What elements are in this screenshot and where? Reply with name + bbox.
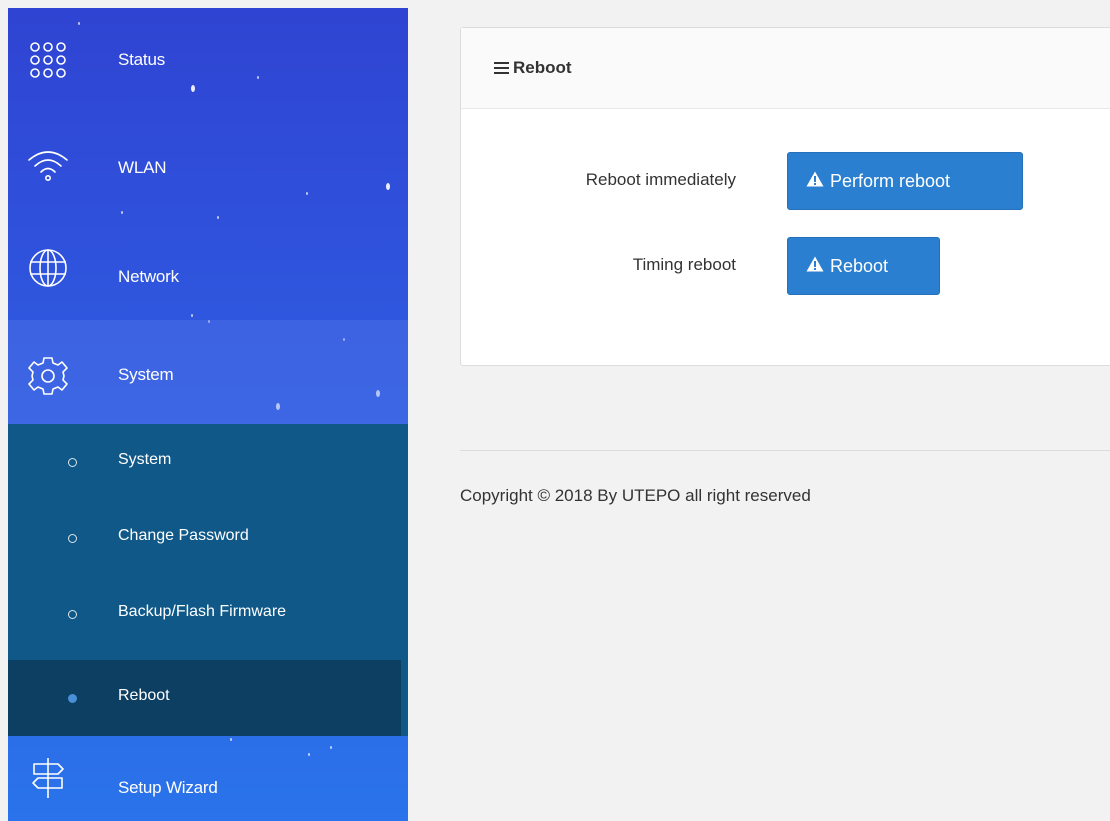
sidebar-item-label: Network <box>118 267 179 286</box>
circle-bullet-icon <box>68 534 77 543</box>
warning-icon <box>806 171 824 192</box>
signpost-icon <box>26 756 70 800</box>
sidebar-item-label: WLAN <box>118 158 167 177</box>
submenu-item-label: Reboot <box>118 687 170 704</box>
sidebar-item-wlan[interactable]: WLAN <box>8 112 408 216</box>
perform-reboot-label: Perform reboot <box>830 170 951 191</box>
sidebar-item-setup-wizard[interactable]: Setup Wizard <box>8 736 408 821</box>
sidebar-item-label: Status <box>118 50 165 69</box>
active-indicator <box>401 660 408 736</box>
page: Status WLAN Network System System Change… <box>0 0 1110 821</box>
timing-reboot-row: Timing reboot Reboot <box>461 237 1110 297</box>
wifi-icon <box>26 144 70 188</box>
grid-circles-icon <box>26 38 70 82</box>
perform-reboot-button[interactable]: Perform reboot <box>787 152 1023 210</box>
submenu-item-change-password[interactable]: Change Password <box>8 500 408 576</box>
sidebar-item-label: Setup Wizard <box>118 778 218 797</box>
submenu-item-label: System <box>118 451 172 468</box>
reboot-immediately-label: Reboot immediately <box>585 170 736 189</box>
submenu-item-label: Backup/Flash Firmware <box>118 603 287 620</box>
hamburger-icon <box>494 62 509 74</box>
sidebar: Status WLAN Network System System Change… <box>8 8 408 821</box>
sidebar-item-label: System <box>118 365 174 384</box>
circle-bullet-icon <box>68 458 77 467</box>
submenu-item-backup-flash-firmware[interactable]: Backup/Flash Firmware <box>8 576 408 652</box>
timing-reboot-label: Timing reboot <box>632 255 736 274</box>
submenu-item-system[interactable]: System <box>8 424 408 500</box>
warning-icon <box>806 256 824 277</box>
reboot-button-label: Reboot <box>830 255 889 276</box>
circle-bullet-icon <box>68 694 77 703</box>
panel-title: Reboot <box>513 58 572 77</box>
footer-divider <box>460 450 1110 451</box>
circle-bullet-icon <box>68 610 77 619</box>
sidebar-item-system[interactable]: System <box>8 320 408 424</box>
sidebar-item-status[interactable]: Status <box>8 8 408 112</box>
submenu-item-reboot[interactable]: Reboot <box>8 660 408 736</box>
system-submenu: System Change Password Backup/Flash Firm… <box>8 424 408 736</box>
copyright-footer: Copyright © 2018 By UTEPO all right rese… <box>460 486 811 505</box>
reboot-panel: Reboot Reboot immediately Perform reboot… <box>460 27 1110 366</box>
reboot-immediately-row: Reboot immediately Perform reboot <box>461 152 1110 212</box>
reboot-button[interactable]: Reboot <box>787 237 940 295</box>
submenu-item-label: Change Password <box>118 527 249 544</box>
sidebar-item-network[interactable]: Network <box>8 216 408 320</box>
gear-icon <box>26 354 70 398</box>
globe-icon <box>26 246 70 290</box>
panel-header: Reboot <box>461 28 1110 109</box>
